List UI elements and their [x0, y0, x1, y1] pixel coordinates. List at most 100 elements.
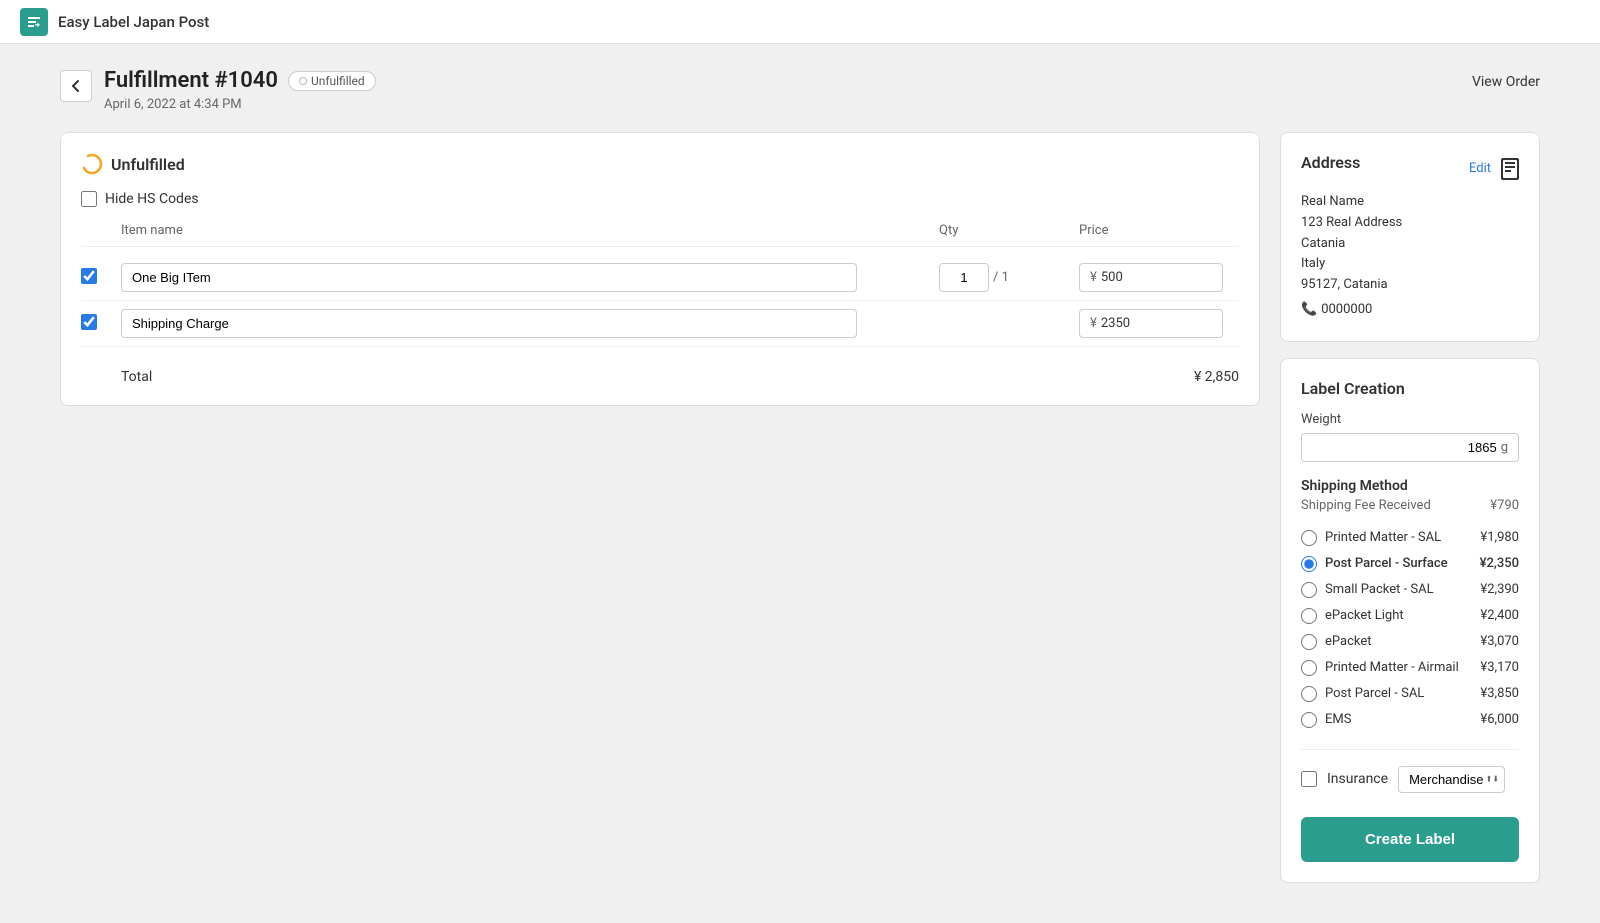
right-column: Address Edit Real Name 123 Real Address — [1280, 132, 1540, 899]
shipping-label-post-parcel-sal: Post Parcel - SAL — [1325, 686, 1424, 701]
merchandise-select-wrap: MerchandiseGiftDocumentsOther — [1398, 766, 1505, 793]
row1-price-symbol: ¥ — [1090, 270, 1097, 285]
col-item-header: Item name — [121, 223, 939, 238]
table-row: / 1 ¥ 500 — [81, 255, 1239, 301]
col-price-header: Price — [1079, 223, 1239, 238]
shipping-radio-post-parcel-surface[interactable] — [1301, 556, 1317, 572]
hide-hs-row: Hide HS Codes — [81, 191, 1239, 207]
left-column: Unfulfilled Hide HS Codes Item name Qty … — [60, 132, 1260, 422]
row1-checkbox-cell — [81, 268, 121, 288]
row1-name-input[interactable] — [121, 263, 857, 292]
address-card: Address Edit Real Name 123 Real Address — [1280, 132, 1540, 342]
shipping-method-section: Shipping Method Shipping Fee Received ¥7… — [1301, 478, 1519, 733]
row1-qty-divider: / 1 — [993, 270, 1009, 285]
shipping-option-left: EMS — [1301, 712, 1351, 728]
shipping-price-post-parcel-surface: ¥2,350 — [1480, 556, 1519, 571]
fulfillment-date: April 6, 2022 at 4:34 PM — [104, 97, 376, 112]
insurance-checkbox[interactable] — [1301, 771, 1317, 787]
shipping-option-epacket-light: ePacket Light ¥2,400 — [1301, 603, 1519, 629]
app-title: Easy Label Japan Post — [58, 13, 209, 31]
shipping-radio-post-parcel-sal[interactable] — [1301, 686, 1317, 702]
weight-unit: g — [1501, 440, 1508, 455]
hide-hs-label[interactable]: Hide HS Codes — [105, 191, 199, 207]
merchandise-select[interactable]: MerchandiseGiftDocumentsOther — [1398, 766, 1505, 793]
shipping-price-ems: ¥6,000 — [1480, 712, 1519, 727]
row1-qty-input[interactable] — [939, 263, 989, 292]
insurance-label[interactable]: Insurance — [1327, 771, 1388, 787]
row2-price-cell: ¥ 2350 — [1079, 309, 1239, 338]
address-phone: 📞 0000000 — [1301, 300, 1519, 321]
shipping-radio-epacket[interactable] — [1301, 634, 1317, 650]
phone-number: 0000000 — [1321, 300, 1372, 321]
divider — [1301, 749, 1519, 750]
shipping-fee-row: Shipping Fee Received ¥790 — [1301, 498, 1519, 513]
shipping-fee-label: Shipping Fee Received — [1301, 498, 1431, 513]
row1-qty-cell: / 1 — [939, 263, 1079, 292]
section-header: Unfulfilled — [81, 153, 1239, 175]
shipping-option-printed-matter-sal: Printed Matter - SAL ¥1,980 — [1301, 525, 1519, 551]
row1-price-value: 500 — [1101, 270, 1212, 285]
fulfillment-card: Unfulfilled Hide HS Codes Item name Qty … — [60, 132, 1260, 406]
shipping-option-post-parcel-surface: Post Parcel - Surface¥2,350 — [1301, 551, 1519, 577]
shipping-label-ems: EMS — [1325, 712, 1351, 727]
hide-hs-checkbox[interactable] — [81, 191, 97, 207]
row1-price-wrap: ¥ 500 — [1079, 263, 1223, 292]
address-header-row: Address Edit — [1301, 153, 1519, 184]
total-row: Total ¥ 2,850 — [81, 355, 1239, 385]
shipping-price-printed-matter-sal: ¥1,980 — [1480, 530, 1519, 545]
weight-input-wrap: g — [1301, 433, 1519, 462]
shipping-radio-printed-matter-airmail[interactable] — [1301, 660, 1317, 676]
row1-checkbox[interactable] — [81, 268, 97, 284]
shipping-option-left: Printed Matter - SAL — [1301, 530, 1441, 546]
app-header: Easy Label Japan Post — [0, 0, 1600, 44]
col-checkbox-header — [81, 223, 121, 238]
shipping-label-small-packet-sal: Small Packet - SAL — [1325, 582, 1434, 597]
shipping-option-printed-matter-airmail: Printed Matter - Airmail¥3,170 — [1301, 655, 1519, 681]
unfulfilled-icon — [81, 153, 103, 175]
row2-name-input[interactable] — [121, 309, 857, 338]
fulfillment-info: Fulfillment #1040 Unfulfilled April 6, 2… — [104, 68, 376, 112]
shipping-radio-ems[interactable] — [1301, 712, 1317, 728]
shipping-fee-value: ¥790 — [1490, 498, 1519, 513]
shipping-label-printed-matter-airmail: Printed Matter - Airmail — [1325, 660, 1459, 675]
create-label-button[interactable]: Create Label — [1301, 817, 1519, 862]
weight-input[interactable] — [1312, 440, 1497, 455]
table-row: ¥ 2350 — [81, 301, 1239, 347]
row1-name-cell — [121, 263, 939, 292]
shipping-label-printed-matter-sal: Printed Matter - SAL — [1325, 530, 1441, 545]
status-badge: Unfulfilled — [288, 71, 376, 91]
back-button[interactable] — [60, 70, 92, 102]
view-order-link[interactable]: View Order — [1472, 74, 1540, 90]
shipping-radio-printed-matter-sal[interactable] — [1301, 530, 1317, 546]
shipping-label-epacket-light: ePacket Light — [1325, 608, 1404, 623]
shipping-option-left: Small Packet - SAL — [1301, 582, 1434, 598]
total-label: Total — [81, 369, 152, 385]
label-creation-card: Label Creation Weight g Shipping Method … — [1280, 358, 1540, 883]
insurance-row: Insurance MerchandiseGiftDocumentsOther — [1301, 766, 1519, 793]
section-title: Unfulfilled — [111, 155, 185, 174]
row2-name-cell — [121, 309, 939, 338]
shipping-option-left: Post Parcel - SAL — [1301, 686, 1424, 702]
shipping-radio-epacket-light[interactable] — [1301, 608, 1317, 624]
copy-icon[interactable] — [1501, 158, 1519, 180]
row2-checkbox[interactable] — [81, 314, 97, 330]
page-header-left: Fulfillment #1040 Unfulfilled April 6, 2… — [60, 68, 376, 112]
phone-icon: 📞 — [1301, 300, 1317, 321]
address-edit-link[interactable]: Edit — [1469, 161, 1491, 176]
shipping-options-list: Printed Matter - SAL ¥1,980 Post Parcel - … — [1301, 525, 1519, 733]
shipping-price-post-parcel-sal: ¥3,850 — [1480, 686, 1519, 701]
address-country: Italy — [1301, 254, 1519, 275]
weight-label: Weight — [1301, 412, 1519, 427]
address-name: Real Name — [1301, 192, 1519, 213]
address-city: Catania — [1301, 234, 1519, 255]
row2-checkbox-cell — [81, 314, 121, 334]
col-qty-header: Qty — [939, 223, 1079, 238]
shipping-option-left: Printed Matter - Airmail — [1301, 660, 1459, 676]
total-value: ¥ 2,850 — [1194, 369, 1239, 385]
shipping-price-epacket-light: ¥2,400 — [1480, 608, 1519, 623]
shipping-radio-small-packet-sal[interactable] — [1301, 582, 1317, 598]
page-header: Fulfillment #1040 Unfulfilled April 6, 2… — [60, 68, 1540, 112]
row2-price-value: 2350 — [1101, 316, 1212, 331]
label-creation-title: Label Creation — [1301, 379, 1405, 398]
shipping-price-small-packet-sal: ¥2,390 — [1480, 582, 1519, 597]
